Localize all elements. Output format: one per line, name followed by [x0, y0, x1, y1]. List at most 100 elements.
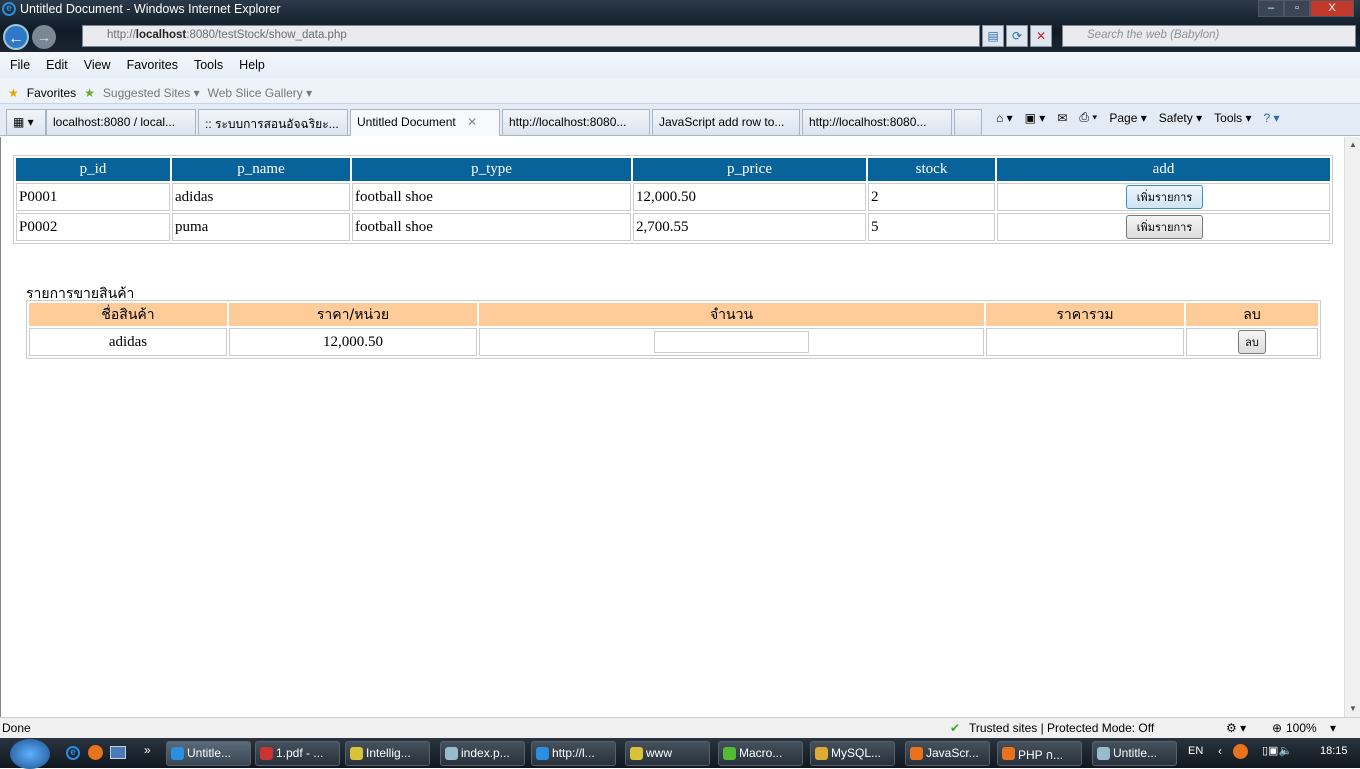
delete-button[interactable]: ลบ [1238, 330, 1266, 354]
forward-button[interactable]: → [32, 25, 56, 49]
menu-tools[interactable]: Tools [194, 58, 223, 78]
taskbar-item[interactable]: JavaScr... [905, 741, 990, 766]
add-item-button[interactable]: เพิ่มรายการ [1125, 185, 1204, 209]
tools-menu[interactable]: Tools ▾ [1214, 111, 1251, 125]
security-zone[interactable]: Trusted sites | Protected Mode: Off [969, 721, 1154, 735]
menu-file[interactable]: File [10, 58, 30, 78]
clock[interactable]: 18:15 [1320, 745, 1348, 757]
tab-javascript[interactable]: JavaScript add row to... [652, 109, 800, 135]
taskbar-item[interactable]: www [625, 741, 710, 766]
cell-total [986, 328, 1184, 356]
menu-view[interactable]: View [84, 58, 111, 78]
close-button[interactable]: X [1310, 0, 1354, 17]
cell-unit-price: 12,000.50 [229, 328, 477, 356]
compatibility-view-icon[interactable]: ▤ [982, 25, 1004, 47]
zoom-dropdown-icon[interactable]: ▾ [1330, 721, 1336, 735]
cell-delete: ลบ [1186, 328, 1318, 356]
help-icon[interactable]: ? ▾ [1264, 111, 1280, 125]
tab-label: http://localhost:8080... [509, 115, 627, 129]
menu-help[interactable]: Help [239, 58, 265, 78]
menu-edit[interactable]: Edit [46, 58, 68, 78]
taskbar-item[interactable]: Untitle... [166, 741, 251, 766]
menu-favorites[interactable]: Favorites [127, 58, 178, 78]
tray-expand-icon[interactable]: ‹ [1218, 744, 1222, 758]
star-icon: ★ [8, 86, 19, 100]
url-host: localhost [135, 29, 187, 41]
ie-logo-icon: e [2, 2, 16, 16]
url-path: :8080/testStock/show_data.php [186, 29, 347, 41]
quick-tabs-button[interactable]: ▦ ▾ [6, 109, 46, 135]
table-row: P0002 puma football shoe 2,700.55 5 เพิ่… [16, 213, 1330, 241]
search-input[interactable]: Search the web (Babylon) [1062, 25, 1356, 47]
taskbar-item[interactable]: 1.pdf - ... [255, 741, 340, 766]
scroll-down-icon[interactable]: ▼ [1345, 701, 1360, 717]
favorites-button[interactable]: Favorites [27, 86, 76, 100]
ie-quicklaunch-icon[interactable]: e [66, 746, 80, 760]
col-header: p_name [172, 158, 350, 181]
products-table: p_id p_name p_type p_price stock add P00… [13, 155, 1333, 244]
home-icon[interactable]: ⌂ ▾ [996, 111, 1013, 125]
taskbar-item[interactable]: PHP ก... [997, 741, 1082, 766]
language-indicator[interactable]: EN [1188, 745, 1203, 757]
suggested-sites-link[interactable]: Suggested Sites ▾ [103, 86, 200, 100]
cell-stock: 2 [868, 183, 995, 211]
close-tab-icon[interactable]: ✕ [467, 115, 477, 129]
feeds-icon[interactable]: ▣ ▾ [1025, 111, 1046, 125]
taskbar-label: Untitle... [187, 746, 232, 760]
address-bar[interactable]: http://localhost:8080/testStock/show_dat… [82, 25, 980, 47]
alert-icon[interactable] [1233, 744, 1248, 759]
stop-icon[interactable]: ✕ [1030, 25, 1052, 47]
tab-untitled-document[interactable]: Untitled Document ✕ [350, 109, 500, 136]
taskbar-item[interactable]: Intellig... [345, 741, 430, 766]
firefox-quicklaunch-icon[interactable] [88, 745, 103, 760]
cell-p-name: adidas [172, 183, 350, 211]
zoom-icon: ⊕ [1272, 721, 1283, 735]
tray-icons[interactable]: ▯▣🔈 [1262, 744, 1292, 757]
cell-p-price: 12,000.50 [633, 183, 866, 211]
taskbar-label: Intellig... [366, 746, 411, 760]
taskbar-label: 1.pdf - ... [276, 746, 324, 760]
cell-stock: 5 [868, 213, 995, 241]
table-header-row: ชื่อสินค้า ราคา/หน่วย จำนวน ราคารวม ลบ [29, 303, 1318, 326]
new-tab-button[interactable] [954, 109, 982, 135]
taskbar-item[interactable]: Macro... [718, 741, 803, 766]
more-chevron-icon[interactable]: » [144, 743, 151, 757]
taskbar-item[interactable]: http://l... [531, 741, 616, 766]
page-menu[interactable]: Page ▾ [1109, 111, 1146, 125]
back-button[interactable]: ← [3, 24, 29, 50]
taskbar-label: PHP ก... [1018, 748, 1064, 762]
web-slice-gallery-link[interactable]: Web Slice Gallery ▾ [208, 86, 313, 100]
tab-localhost-2[interactable]: http://localhost:8080... [802, 109, 952, 135]
sales-table: ชื่อสินค้า ราคา/หน่วย จำนวน ราคารวม ลบ a… [26, 300, 1321, 359]
tab-localhost-1[interactable]: http://localhost:8080... [502, 109, 650, 135]
minimize-button[interactable]: – [1258, 0, 1284, 17]
cell-p-price: 2,700.55 [633, 213, 866, 241]
maximize-button[interactable]: ▫ [1284, 0, 1310, 17]
col-header: ราคารวม [986, 303, 1184, 326]
url-prefix: http:// [107, 29, 136, 41]
taskbar-item[interactable]: MySQL... [810, 741, 895, 766]
print-icon[interactable]: ⎙ ▾ [1079, 110, 1097, 125]
zoom-level[interactable]: 100% [1286, 721, 1317, 735]
col-header: ชื่อสินค้า [29, 303, 227, 326]
add-favorite-icon[interactable]: ★ [84, 86, 95, 100]
vertical-scrollbar[interactable]: ▲ ▼ [1344, 137, 1360, 717]
scroll-up-icon[interactable]: ▲ [1345, 137, 1360, 153]
start-button[interactable] [10, 739, 50, 769]
menu-bar: File Edit View Favorites Tools Help [0, 52, 1360, 78]
table-row: adidas 12,000.50 ลบ [29, 328, 1318, 356]
mail-icon[interactable]: ✉ [1057, 111, 1067, 125]
taskbar-item[interactable]: Untitle... [1092, 741, 1177, 766]
cell-qty [479, 328, 984, 356]
popup-blocker-icon[interactable]: ⚙ ▾ [1226, 721, 1246, 735]
add-item-button[interactable]: เพิ่มรายการ [1125, 215, 1204, 239]
tab-phpmyadmin[interactable]: localhost:8080 / local... [46, 109, 196, 135]
refresh-icon[interactable]: ⟳ [1006, 25, 1028, 47]
show-desktop-icon[interactable] [110, 746, 126, 759]
tab-thai-site[interactable]: :: ระบบการสอนอัจฉริยะ... [198, 109, 348, 135]
safety-menu[interactable]: Safety ▾ [1159, 111, 1202, 125]
quantity-input[interactable] [654, 331, 809, 353]
taskbar-item[interactable]: index.p... [440, 741, 525, 766]
taskbar-label: Untitle... [1113, 746, 1158, 760]
cell-p-name: puma [172, 213, 350, 241]
